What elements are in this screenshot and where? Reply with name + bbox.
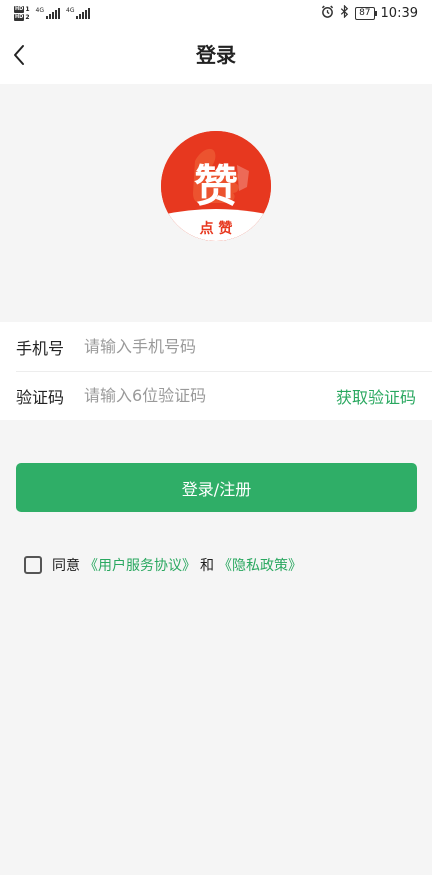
hd-badge-1: HD 1 xyxy=(14,5,30,13)
logo-label: 点 赞 xyxy=(200,220,233,237)
thumbs-up-logo-icon: 赞 点 赞 xyxy=(161,131,271,241)
login-form: 手机号 验证码 获取验证码 xyxy=(0,322,432,420)
status-right: 87 10:39 xyxy=(321,3,418,22)
nav-bar: 登录 xyxy=(0,26,432,84)
privacy-link[interactable]: 《隐私政策》 xyxy=(218,555,302,575)
page-title: 登录 xyxy=(196,43,236,67)
phone-input[interactable] xyxy=(84,337,416,356)
login-register-button[interactable]: 登录/注册 xyxy=(16,463,417,512)
alarm-icon xyxy=(321,5,334,22)
agreement-checkbox[interactable] xyxy=(24,556,42,574)
hd-label-1: HD xyxy=(14,5,25,13)
code-label: 验证码 xyxy=(16,387,65,407)
hd-label-2: HD xyxy=(14,13,25,21)
app-logo: 赞 点 赞 xyxy=(161,131,271,241)
verification-code-input[interactable] xyxy=(84,386,336,405)
signal-icon-2: 4G xyxy=(66,7,91,19)
terms-link[interactable]: 《用户服务协议》 xyxy=(84,555,196,575)
bluetooth-icon xyxy=(340,3,349,22)
get-code-button[interactable]: 获取验证码 xyxy=(336,384,416,408)
code-row: 验证码 获取验证码 xyxy=(0,371,432,420)
network-label-1: 4G xyxy=(35,7,44,14)
hd-num-2: 2 xyxy=(25,13,30,21)
agreement-and: 和 xyxy=(200,558,214,574)
agreement-prefix: 同意 xyxy=(52,558,80,574)
hd-badge-2: HD 2 xyxy=(14,13,30,21)
logo-glyph: 赞 xyxy=(194,161,238,212)
agreement-row: 同意 《用户服务协议》 和 《隐私政策》 xyxy=(24,555,302,575)
battery-icon: 87 xyxy=(355,6,378,20)
signal-icon-1: 4G xyxy=(36,7,60,19)
phone-label: 手机号 xyxy=(16,338,65,358)
phone-row: 手机号 xyxy=(0,322,432,371)
status-bar: HD 1 HD 2 4G 4G 87 10:39 xyxy=(0,0,432,26)
status-left: HD 1 HD 2 4G 4G xyxy=(14,5,91,21)
hd-indicators: HD 1 HD 2 xyxy=(14,5,30,21)
network-label-2: 4G xyxy=(66,7,75,14)
status-time: 10:39 xyxy=(380,5,418,21)
hd-num-1: 1 xyxy=(25,5,30,13)
